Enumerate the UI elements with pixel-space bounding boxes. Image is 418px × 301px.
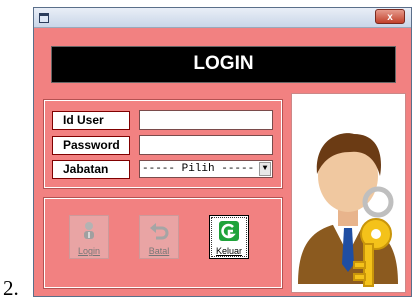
login-button-label: Login [77,246,101,256]
close-icon: x [387,12,393,23]
cancel-button-label: Batal [148,246,170,256]
chevron-down-icon[interactable]: ▼ [259,162,271,176]
close-button[interactable]: x [375,9,405,24]
exit-icon [219,221,239,241]
title-bar[interactable]: x [34,8,411,28]
user-id-label: Id User [52,111,130,130]
login-icon [84,222,94,239]
user-key-icon [298,133,398,287]
list-marker: 2. [3,276,19,300]
avatar [291,93,406,293]
exit-button[interactable]: Keluar [209,215,249,259]
password-label: Password [52,136,130,155]
role-select-value: ----- Pilih ----- [142,163,255,175]
password-input[interactable] [139,135,273,155]
role-select[interactable]: ----- Pilih ----- ▼ [139,160,273,178]
cancel-button[interactable]: Batal [139,215,179,259]
exit-button-label: Keluar [215,246,242,256]
role-label: Jabatan [52,160,130,179]
undo-icon [150,223,169,240]
page-title: LOGIN [51,46,396,83]
login-window: x LOGIN Id User Password Jabatan ----- P… [33,7,412,297]
login-button[interactable]: Login [69,215,109,259]
app-icon [39,13,49,23]
user-id-input[interactable] [139,110,273,130]
